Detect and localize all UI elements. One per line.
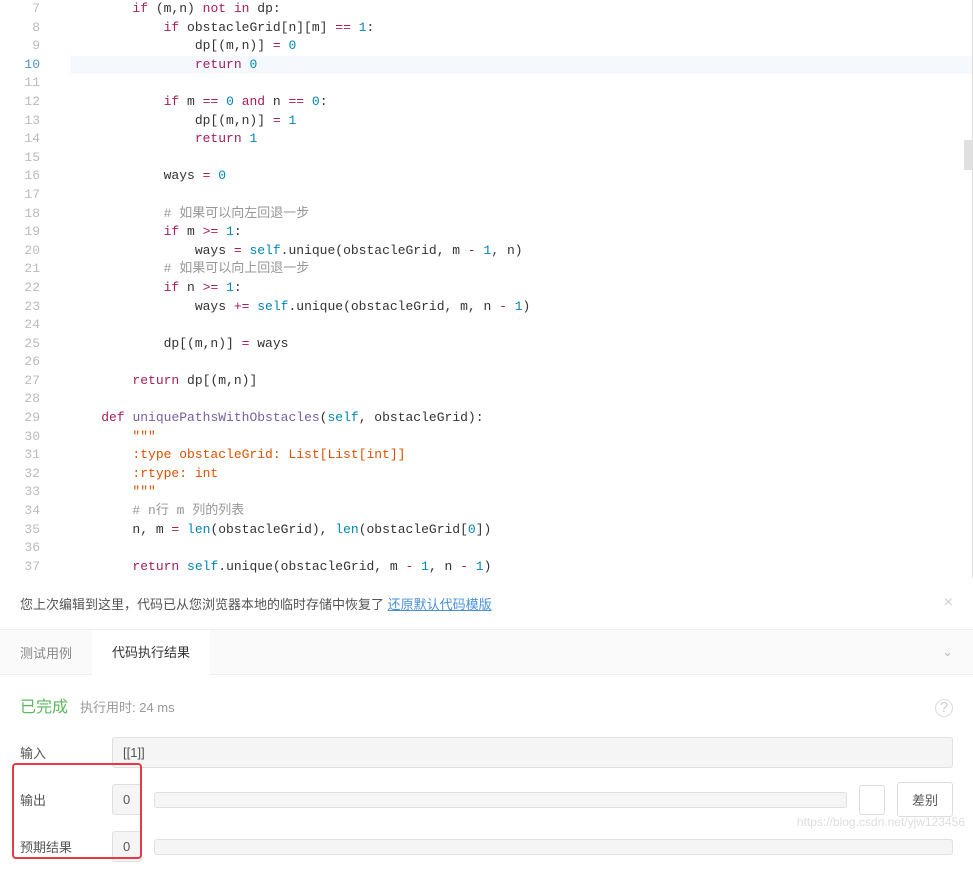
code-line[interactable]: :rtype: int xyxy=(70,465,972,484)
code-line[interactable]: if obstacleGrid[n][m] == 1: xyxy=(70,19,972,38)
line-number: 30 xyxy=(0,428,40,447)
line-number: 32 xyxy=(0,465,40,484)
code-line[interactable]: # 如果可以向上回退一步 xyxy=(70,260,972,279)
result-tabs: 测试用例 代码执行结果 ⌄ xyxy=(0,630,973,675)
line-number: 28 xyxy=(0,390,40,409)
code-line[interactable]: if n >= 1: xyxy=(70,279,972,298)
code-line[interactable]: # 如果可以向左回退一步 xyxy=(70,205,972,224)
line-number: 17 xyxy=(0,186,40,205)
line-number: 23 xyxy=(0,298,40,317)
expected-label: 预期结果 xyxy=(20,837,100,856)
line-number: 14 xyxy=(0,130,40,149)
line-number: 20 xyxy=(0,242,40,261)
line-number: 7 xyxy=(0,0,40,19)
line-number: 22 xyxy=(0,279,40,298)
line-number: 18 xyxy=(0,205,40,224)
line-number: 11 xyxy=(0,74,40,93)
expected-value: 0 xyxy=(112,831,142,862)
diff-button[interactable]: 差别 xyxy=(897,782,953,817)
code-line[interactable] xyxy=(70,186,972,205)
code-line[interactable]: def uniquePathsWithObstacles(self, obsta… xyxy=(70,409,972,428)
restore-link[interactable]: 还原默认代码模版 xyxy=(388,597,492,612)
line-number: 15 xyxy=(0,149,40,168)
close-icon[interactable]: × xyxy=(944,594,953,612)
restore-notice: 您上次编辑到这里，代码已从您浏览器本地的临时存储中恢复了 还原默认代码模版 × xyxy=(0,578,973,630)
code-line[interactable]: ways += self.unique(obstacleGrid, m, n -… xyxy=(70,298,972,317)
code-line[interactable]: ways = self.unique(obstacleGrid, m - 1, … xyxy=(70,242,972,261)
result-panel: 已完成 执行用时: 24 ms ? 输入 [[1]] 输出 0 差别 预期结果 … xyxy=(0,675,973,886)
line-number: 21 xyxy=(0,260,40,279)
code-line[interactable]: if m >= 1: xyxy=(70,223,972,242)
code-line[interactable]: :type obstacleGrid: List[List[int]] xyxy=(70,446,972,465)
code-content[interactable]: if (m,n) not in dp: if obstacleGrid[n][m… xyxy=(70,0,972,576)
expected-extended xyxy=(154,839,953,855)
code-line[interactable]: if m == 0 and n == 0: xyxy=(70,93,972,112)
code-line[interactable]: dp[(m,n)] = 1 xyxy=(70,112,972,131)
code-line[interactable]: return self.unique(obstacleGrid, m - 1, … xyxy=(70,558,972,577)
code-line[interactable] xyxy=(70,316,972,335)
code-line[interactable]: dp[(m,n)] = 0 xyxy=(70,37,972,56)
notice-text: 您上次编辑到这里，代码已从您浏览器本地的临时存储中恢复了 xyxy=(20,597,388,612)
line-number: 16 xyxy=(0,167,40,186)
code-line[interactable]: dp[(m,n)] = ways xyxy=(70,335,972,354)
code-line[interactable] xyxy=(70,149,972,168)
code-line[interactable] xyxy=(70,539,972,558)
output-extended xyxy=(154,792,847,808)
line-number: 13 xyxy=(0,112,40,131)
line-number: 25 xyxy=(0,335,40,354)
code-line[interactable] xyxy=(70,390,972,409)
code-line[interactable]: """ xyxy=(70,428,972,447)
code-line[interactable]: return 0 xyxy=(70,56,972,75)
code-line[interactable]: if (m,n) not in dp: xyxy=(70,0,972,19)
code-line[interactable]: n, m = len(obstacleGrid), len(obstacleGr… xyxy=(70,521,972,540)
code-line[interactable]: return 1 xyxy=(70,130,972,149)
line-number: 35 xyxy=(0,521,40,540)
line-number: 26 xyxy=(0,353,40,372)
line-number: 29 xyxy=(0,409,40,428)
input-value: [[1]] xyxy=(112,737,953,768)
code-line[interactable]: ways = 0 xyxy=(70,167,972,186)
tab-run-result[interactable]: 代码执行结果 xyxy=(92,630,210,675)
line-number: 34 xyxy=(0,502,40,521)
line-number: 27 xyxy=(0,372,40,391)
code-line[interactable] xyxy=(70,74,972,93)
line-number: 31 xyxy=(0,446,40,465)
line-number: 12 xyxy=(0,93,40,112)
code-line[interactable]: return dp[(m,n)] xyxy=(70,372,972,391)
code-editor[interactable]: 7891011121314151617181920212223242526272… xyxy=(0,0,973,578)
line-number: 36 xyxy=(0,539,40,558)
help-icon[interactable]: ? xyxy=(935,699,953,717)
line-number: 19 xyxy=(0,223,40,242)
line-number: 10 xyxy=(0,56,40,75)
code-line[interactable]: # n行 m 列的列表 xyxy=(70,502,972,521)
tab-test-cases[interactable]: 测试用例 xyxy=(0,631,92,674)
line-number: 37 xyxy=(0,558,40,577)
input-label: 输入 xyxy=(20,743,100,762)
diff-indicator xyxy=(859,785,885,815)
scrollbar-thumb[interactable] xyxy=(964,140,972,170)
status-text: 已完成 xyxy=(20,693,68,717)
line-number: 24 xyxy=(0,316,40,335)
line-number-gutter: 7891011121314151617181920212223242526272… xyxy=(0,0,60,576)
line-number: 9 xyxy=(0,37,40,56)
line-number: 33 xyxy=(0,483,40,502)
runtime-text: 执行用时: 24 ms xyxy=(80,697,175,716)
code-line[interactable] xyxy=(70,353,972,372)
output-value: 0 xyxy=(112,784,142,815)
chevron-down-icon[interactable]: ⌄ xyxy=(922,632,973,672)
code-line[interactable]: """ xyxy=(70,483,972,502)
line-number: 8 xyxy=(0,19,40,38)
output-label: 输出 xyxy=(20,790,100,809)
